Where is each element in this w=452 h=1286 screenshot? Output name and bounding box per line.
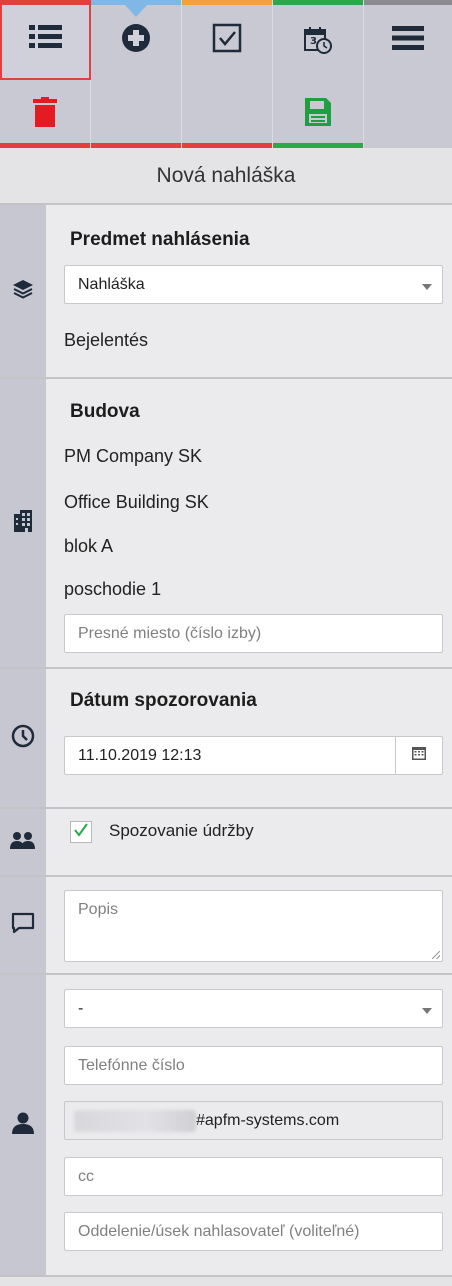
location-input-placeholder: Presné miesto (číslo izby): [78, 624, 262, 642]
menu-icon: [392, 25, 424, 55]
subject-select[interactable]: Nahláška: [64, 265, 443, 304]
maintenance-checkbox-label: Spozovanie údržby: [109, 821, 254, 840]
date-picker-button[interactable]: [395, 737, 442, 774]
email-field[interactable]: #apfm-systems.com: [64, 1101, 443, 1140]
building-section: Budova PM Company SK Office Building SK …: [0, 377, 452, 667]
date-section: Dátum spozorovania 11.10.2019 12:13: [0, 667, 452, 807]
building-icon: [14, 510, 32, 536]
description-textarea[interactable]: Popis: [64, 890, 443, 962]
description-placeholder: Popis: [78, 901, 119, 918]
active-tab-indicator: [125, 5, 147, 17]
tab-tasks[interactable]: [182, 0, 273, 80]
maintenance-section: Spozovanie údržby: [0, 807, 452, 875]
phone-input-placeholder: Telefónne číslo: [78, 1056, 185, 1074]
layers-icon: [12, 278, 34, 304]
delete-icon: [33, 97, 57, 131]
building-heading: Budova: [70, 401, 140, 422]
toolbar-empty-slot: [364, 80, 452, 148]
page-title: Nová nahláška: [0, 148, 452, 203]
subject-secondary-text: Bejelentés: [64, 330, 149, 350]
building-line: poschodie 1: [64, 579, 162, 599]
bottom-divider: [0, 1275, 452, 1286]
date-input-value: 11.10.2019 12:13: [78, 746, 202, 764]
reporter-section-sidebar: [0, 975, 46, 1275]
reporter-select[interactable]: -: [64, 989, 443, 1028]
list-icon: [28, 23, 63, 55]
calendar-clock-icon: 3: [303, 25, 333, 55]
toolbar-empty-slot: [91, 80, 182, 148]
cc-input-placeholder: cc: [78, 1167, 94, 1185]
user-icon: [12, 1112, 34, 1138]
tab-add[interactable]: [91, 0, 182, 80]
building-line: PM Company SK: [64, 446, 203, 466]
subject-select-value: Nahláška: [78, 275, 145, 293]
tab-list[interactable]: [0, 0, 91, 80]
date-input[interactable]: 11.10.2019 12:13: [64, 736, 443, 775]
users-icon: [10, 831, 36, 853]
toolbar-row-primary: 3: [0, 0, 452, 80]
tab-menu[interactable]: [364, 0, 452, 80]
calendar-icon-digit: 3: [310, 36, 317, 47]
subject-heading: Predmet nahlásenia: [70, 229, 250, 250]
department-input[interactable]: Oddelenie/úsek nahlasovateľ (voliteľné): [64, 1212, 443, 1251]
reporter-select-value: -: [78, 999, 84, 1017]
chevron-down-icon: [422, 284, 432, 290]
email-suffix: #apfm-systems.com: [196, 1111, 340, 1129]
tab-calendar[interactable]: 3: [273, 0, 364, 80]
building-line: Office Building SK: [64, 492, 209, 512]
reporter-section: - Telefónne číslo #apfm-systems.com cc O…: [0, 973, 452, 1275]
maintenance-section-sidebar: [0, 809, 46, 875]
date-section-sidebar: [0, 669, 46, 807]
add-circle-icon: [121, 23, 151, 57]
building-section-sidebar: [0, 379, 46, 667]
description-section-sidebar: [0, 877, 46, 973]
cc-input[interactable]: cc: [64, 1157, 443, 1196]
date-heading: Dátum spozorovania: [70, 690, 257, 711]
subject-section: Predmet nahlásenia Nahláška Bejelentés: [0, 203, 452, 377]
maintenance-checkbox[interactable]: [70, 821, 92, 843]
location-input[interactable]: Presné miesto (číslo izby): [64, 614, 443, 653]
save-icon: [305, 98, 331, 130]
toolbar-row-actions: [0, 80, 452, 148]
checkmark-icon: [72, 821, 90, 843]
building-line: blok A: [64, 536, 114, 556]
save-button[interactable]: [273, 80, 364, 148]
comment-icon: [11, 912, 35, 938]
redacted-email-prefix: [74, 1109, 196, 1132]
clock-icon: [11, 724, 35, 752]
department-input-placeholder: Oddelenie/úsek nahlasovateľ (voliteľné): [78, 1222, 360, 1240]
chevron-down-icon: [422, 1008, 432, 1014]
phone-input[interactable]: Telefónne číslo: [64, 1046, 443, 1085]
delete-button[interactable]: [0, 80, 91, 148]
subject-section-sidebar: [0, 205, 46, 377]
toolbar-empty-slot: [182, 80, 273, 148]
checkbox-icon: [212, 23, 242, 57]
calendar-icon: [412, 746, 426, 765]
resize-handle[interactable]: [432, 951, 440, 959]
top-toolbar: 3: [0, 0, 452, 148]
description-section: Popis: [0, 875, 452, 973]
